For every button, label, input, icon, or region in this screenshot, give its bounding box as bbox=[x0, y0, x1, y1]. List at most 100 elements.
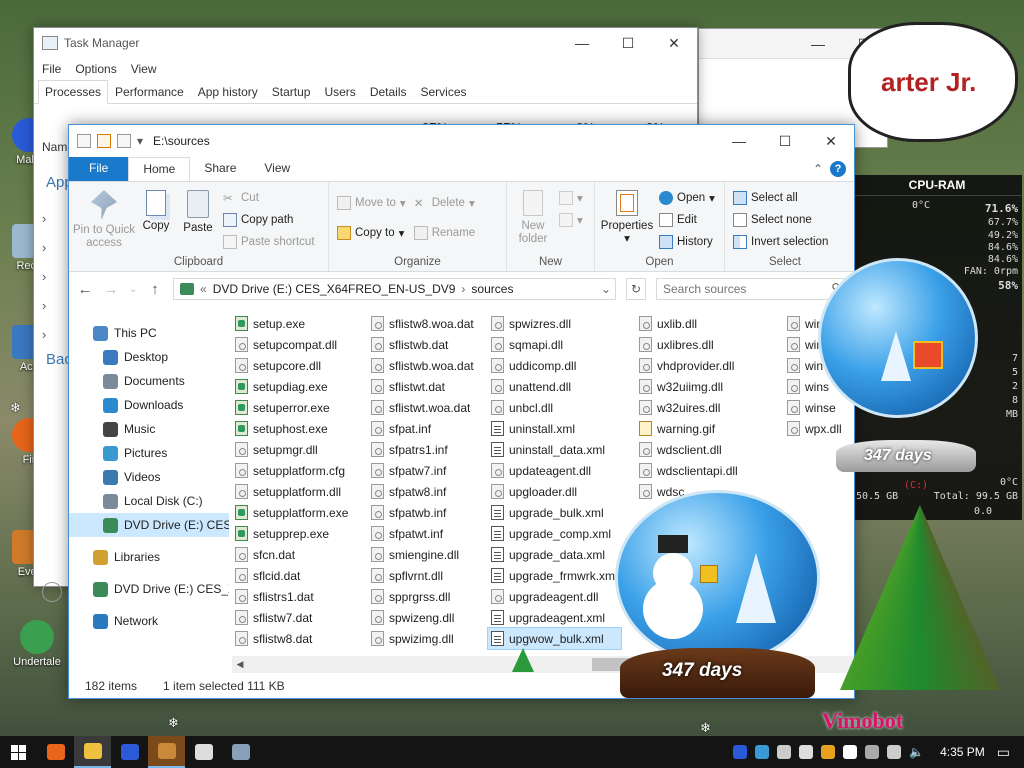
tray-icon[interactable] bbox=[777, 745, 792, 759]
menu-view[interactable]: View bbox=[131, 62, 157, 76]
pin-to-quick-access-button[interactable]: Pin to Quick access bbox=[73, 186, 135, 255]
file-item[interactable]: setupplatform.exe bbox=[232, 502, 351, 523]
nav-item[interactable]: DVD Drive (E:) CES_X6 bbox=[69, 577, 229, 601]
file-item[interactable]: setup.exe bbox=[232, 313, 351, 334]
copy-path-button[interactable]: Copy path bbox=[223, 211, 315, 229]
file-item[interactable]: updateagent.dll bbox=[488, 460, 621, 481]
edit-button[interactable]: Edit bbox=[659, 211, 715, 229]
maximize-icon[interactable]: ☐ bbox=[762, 126, 808, 156]
open-button[interactable]: Open ▾ bbox=[659, 189, 715, 207]
tab-startup[interactable]: Startup bbox=[265, 80, 318, 103]
file-item[interactable]: wdsclientapi.dll bbox=[636, 460, 741, 481]
file-item[interactable]: wpx.dll bbox=[784, 418, 845, 439]
address-overflow[interactable]: « bbox=[200, 282, 207, 296]
file-item[interactable]: uxlibres.dll bbox=[636, 334, 741, 355]
tab-details[interactable]: Details bbox=[363, 80, 414, 103]
menu-file[interactable]: File bbox=[42, 62, 61, 76]
nav-item[interactable]: Downloads bbox=[69, 393, 229, 417]
file-item[interactable]: upgrade_comp.xml bbox=[488, 523, 621, 544]
file-item[interactable]: wdsclient.dll bbox=[636, 439, 741, 460]
minimize-icon[interactable]: — bbox=[795, 29, 841, 59]
tab-services[interactable]: Services bbox=[414, 80, 474, 103]
file-item[interactable]: upgradeagent.dll bbox=[488, 586, 621, 607]
refresh-icon[interactable]: ↻ bbox=[626, 278, 646, 300]
file-item[interactable]: uninstall.xml bbox=[488, 418, 621, 439]
file-item[interactable]: spflvrnt.dll bbox=[368, 565, 477, 586]
navigation-pane[interactable]: This PC Desktop Documents Downloads Music Pic… bbox=[69, 321, 229, 661]
move-to-button[interactable]: Move to ▾ bbox=[337, 194, 406, 212]
file-item[interactable]: sflistwt.woa.dat bbox=[368, 397, 477, 418]
file-item[interactable]: sflistw8.dat bbox=[232, 628, 351, 649]
file-item[interactable]: sflcid.dat bbox=[232, 565, 351, 586]
tray-icon[interactable] bbox=[821, 745, 836, 759]
tray-icon[interactable] bbox=[799, 745, 814, 759]
new-item-button[interactable]: ▾ bbox=[559, 189, 583, 207]
nav-item[interactable]: Music bbox=[69, 417, 229, 441]
nav-item[interactable]: Documents bbox=[69, 369, 229, 393]
file-item[interactable]: spwizres.dll bbox=[488, 313, 621, 334]
file-item[interactable]: sfpatw8.inf bbox=[368, 481, 477, 502]
forward-arrow-icon[interactable]: → bbox=[103, 281, 119, 298]
file-item[interactable]: upgrade_bulk.xml bbox=[488, 502, 621, 523]
taskbar-app-4[interactable] bbox=[148, 736, 185, 768]
folder-icon[interactable] bbox=[77, 134, 91, 148]
nav-item[interactable]: Libraries bbox=[69, 545, 229, 569]
tray-icon[interactable] bbox=[733, 745, 748, 759]
properties-button[interactable]: Properties ▾ bbox=[599, 186, 655, 255]
file-item[interactable]: unattend.dll bbox=[488, 376, 621, 397]
maximize-icon[interactable]: ☐ bbox=[605, 28, 651, 58]
up-arrow-icon[interactable]: ↑ bbox=[147, 281, 163, 298]
chevron-up-icon[interactable]: ⌃ bbox=[806, 157, 830, 181]
file-item[interactable]: uninstall_data.xml bbox=[488, 439, 621, 460]
help-icon[interactable]: ? bbox=[830, 161, 846, 177]
file-item[interactable]: sflistrs1.dat bbox=[232, 586, 351, 607]
close-icon[interactable]: ✕ bbox=[651, 28, 697, 58]
copy-to-button[interactable]: Copy to ▾ bbox=[337, 224, 406, 242]
file-item[interactable]: setupprep.exe bbox=[232, 523, 351, 544]
file-item[interactable]: sfpatwt.inf bbox=[368, 523, 477, 544]
taskbar-app-5[interactable] bbox=[185, 736, 222, 768]
file-item[interactable]: setupcore.dll bbox=[232, 355, 351, 376]
close-icon[interactable]: ✕ bbox=[808, 126, 854, 156]
file-item[interactable]: uddicomp.dll bbox=[488, 355, 621, 376]
minimize-icon[interactable]: — bbox=[559, 28, 605, 58]
taskbar-firefox[interactable] bbox=[37, 736, 74, 768]
file-item[interactable]: sflistw8.woa.dat bbox=[368, 313, 477, 334]
file-item[interactable]: setupplatform.dll bbox=[232, 481, 351, 502]
file-item[interactable]: sqmapi.dll bbox=[488, 334, 621, 355]
column-header-name[interactable]: Nam bbox=[42, 140, 67, 154]
nav-item[interactable]: Videos bbox=[69, 465, 229, 489]
file-item[interactable]: sfpatw7.inf bbox=[368, 460, 477, 481]
file-item[interactable]: upgloader.dll bbox=[488, 481, 621, 502]
chevron-down-icon[interactable]: ⌄ bbox=[601, 282, 615, 296]
easy-access-button[interactable]: ▾ bbox=[559, 211, 583, 229]
paste-shortcut-button[interactable]: Paste shortcut bbox=[223, 233, 315, 251]
nav-item[interactable]: DVD Drive (E:) CES_X bbox=[69, 513, 229, 537]
file-item[interactable]: sfpatwb.inf bbox=[368, 502, 477, 523]
file-item[interactable]: setupdiag.exe bbox=[232, 376, 351, 397]
tray-icon[interactable] bbox=[755, 745, 770, 759]
new-folder-icon[interactable] bbox=[117, 134, 131, 148]
tab-home[interactable]: Home bbox=[128, 157, 191, 181]
file-item[interactable]: sfcn.dat bbox=[232, 544, 351, 565]
tab-users[interactable]: Users bbox=[317, 80, 362, 103]
file-item[interactable]: spwizimg.dll bbox=[368, 628, 477, 649]
tab-share[interactable]: Share bbox=[190, 157, 250, 181]
clock[interactable]: 4:35 PM bbox=[940, 745, 985, 759]
minimize-icon[interactable]: — bbox=[716, 126, 762, 156]
volume-icon[interactable]: 🔈 bbox=[909, 745, 924, 759]
file-item[interactable]: unbcl.dll bbox=[488, 397, 621, 418]
file-item[interactable]: smiengine.dll bbox=[368, 544, 477, 565]
file-item[interactable]: setupmgr.dll bbox=[232, 439, 351, 460]
invert-selection-button[interactable]: Invert selection bbox=[733, 233, 828, 251]
chevron-right-icon[interactable]: › bbox=[461, 282, 465, 296]
fewer-details-icon[interactable] bbox=[42, 582, 62, 602]
select-all-button[interactable]: Select all bbox=[733, 189, 828, 207]
history-button[interactable]: History bbox=[659, 233, 715, 251]
notifications-icon[interactable]: ▭ bbox=[997, 744, 1024, 761]
back-arrow-icon[interactable]: ← bbox=[77, 281, 93, 298]
start-button[interactable] bbox=[0, 736, 37, 768]
desktop-icon-undertale[interactable]: Undertale bbox=[2, 620, 72, 668]
file-item[interactable]: vhdprovider.dll bbox=[636, 355, 741, 376]
scroll-left-icon[interactable]: ◀ bbox=[232, 659, 248, 670]
